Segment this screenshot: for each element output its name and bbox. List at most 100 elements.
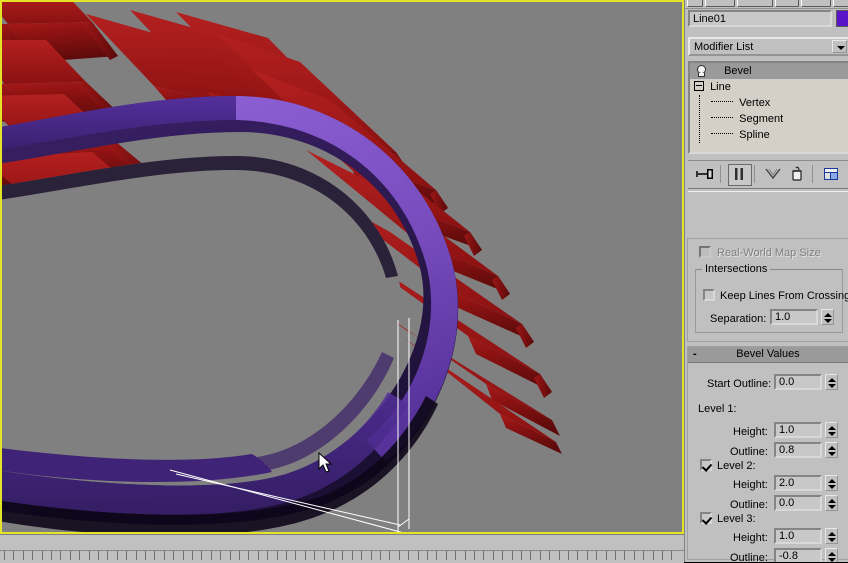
- track-tick: [380, 551, 381, 560]
- real-world-map-size-checkbox[interactable]: [699, 246, 711, 258]
- stack-item-vertex[interactable]: Vertex: [690, 95, 848, 111]
- spinner-up-icon[interactable]: [828, 552, 836, 556]
- spinner-down-icon[interactable]: [828, 485, 836, 489]
- minus-box-icon[interactable]: [694, 81, 704, 91]
- track-tick: [154, 551, 156, 560]
- level-2-outline-input[interactable]: 0.0: [774, 495, 822, 511]
- spinner-down-icon[interactable]: [824, 319, 832, 323]
- spinner-down-icon[interactable]: [828, 432, 836, 436]
- track-tick: [408, 551, 410, 560]
- 3dsmax-window: Line01 Modifier List Bevel Line Vertex S…: [0, 0, 848, 563]
- spinner-up-icon[interactable]: [828, 446, 836, 450]
- modifier-stack-list[interactable]: Bevel Line Vertex Segment Spline: [688, 61, 848, 154]
- time-slider-track[interactable]: [0, 534, 684, 563]
- stack-item-segment[interactable]: Segment: [690, 111, 848, 127]
- show-end-result-button[interactable]: [728, 164, 752, 186]
- level-3-checkbox[interactable]: [700, 512, 712, 524]
- toolbar-button[interactable]: [737, 0, 773, 7]
- track-tick: [586, 551, 588, 560]
- start-outline-input[interactable]: 0.0: [774, 374, 822, 390]
- level-3-outline-input[interactable]: -0.8: [774, 548, 822, 562]
- toolbar-button[interactable]: [775, 0, 799, 7]
- level-1-label: Level 1:: [698, 403, 737, 415]
- spinner-down-icon[interactable]: [828, 558, 836, 562]
- track-tick: [173, 551, 175, 560]
- track-tick: [248, 551, 250, 560]
- spinner-up-icon[interactable]: [828, 532, 836, 536]
- spinner-up-icon[interactable]: [828, 499, 836, 503]
- spinner-up-icon[interactable]: [828, 426, 836, 430]
- level-1-outline-spinner[interactable]: [825, 442, 838, 458]
- level-2-height-input[interactable]: 2.0: [774, 475, 822, 491]
- spinner-down-icon[interactable]: [828, 538, 836, 542]
- track-tick: [220, 551, 222, 560]
- track-tick: [98, 551, 99, 560]
- stack-item-bevel[interactable]: Bevel: [690, 63, 848, 79]
- lightbulb-icon[interactable]: [694, 64, 707, 77]
- chevron-down-icon[interactable]: [832, 40, 847, 53]
- configure-icon[interactable]: [820, 164, 842, 184]
- toolbar-separator: [812, 165, 813, 183]
- object-name-field[interactable]: Line01: [688, 10, 832, 27]
- spinner-up-icon[interactable]: [824, 313, 832, 317]
- object-name-row: Line01: [685, 9, 848, 29]
- object-color-swatch[interactable]: [836, 10, 848, 27]
- track-tick: [492, 551, 494, 560]
- pin-stack-button[interactable]: [694, 164, 716, 184]
- modifier-list-label: Modifier List: [694, 41, 754, 53]
- trash-icon[interactable]: [786, 164, 808, 184]
- make-unique-button[interactable]: [762, 164, 784, 184]
- toolbar-button[interactable]: [833, 0, 848, 7]
- bevel-values-header[interactable]: - Bevel Values: [688, 347, 848, 363]
- level-1-height-input[interactable]: 1.0: [774, 422, 822, 438]
- track-tick: [539, 551, 541, 560]
- track-tick: [445, 551, 447, 560]
- track-tick: [577, 551, 579, 560]
- keep-lines-from-crossing-label: Keep Lines From Crossing: [720, 290, 848, 302]
- level-1-height-spinner[interactable]: [825, 422, 838, 438]
- level-1-height-label: Height:: [733, 426, 768, 438]
- level-3-height-input[interactable]: 1.0: [774, 528, 822, 544]
- track-tick: [295, 551, 297, 560]
- start-outline-spinner[interactable]: [825, 374, 838, 390]
- viewport-area: [0, 0, 684, 534]
- level-1-outline-input[interactable]: 0.8: [774, 442, 822, 458]
- level-3-height-label: Height:: [733, 532, 768, 544]
- start-outline-label: Start Outline:: [707, 378, 772, 390]
- track-tick: [662, 551, 663, 560]
- spinner-down-icon[interactable]: [828, 505, 836, 509]
- toolbar-button[interactable]: [687, 0, 703, 7]
- modifier-list-dropdown[interactable]: Modifier List: [688, 37, 848, 56]
- level-2-outline-spinner[interactable]: [825, 495, 838, 511]
- spinner-up-icon[interactable]: [828, 479, 836, 483]
- track-tick: [182, 551, 184, 560]
- level-1-outline-label: Outline:: [730, 446, 768, 458]
- track-tick: [464, 551, 466, 560]
- level-2-height-spinner[interactable]: [825, 475, 838, 491]
- spinner-down-icon[interactable]: [828, 452, 836, 456]
- spinner-up-icon[interactable]: [828, 378, 836, 382]
- stack-item-label: Segment: [739, 113, 784, 125]
- track-tick: [483, 551, 485, 560]
- toolbar-button[interactable]: [705, 0, 735, 7]
- perspective-viewport[interactable]: [0, 0, 684, 534]
- level-3-outline-spinner[interactable]: [825, 548, 838, 562]
- track-tick: [549, 551, 551, 560]
- separation-spinner[interactable]: [821, 309, 834, 325]
- collapse-toggle-icon[interactable]: -: [693, 347, 697, 362]
- track-tick: [239, 551, 240, 560]
- real-world-map-size-label: Real-World Map Size: [717, 247, 821, 259]
- keep-lines-from-crossing-checkbox[interactable]: [703, 289, 715, 301]
- track-tick: [60, 551, 62, 560]
- level-2-checkbox[interactable]: [700, 459, 712, 471]
- toolbar-button[interactable]: [801, 0, 831, 7]
- separation-input[interactable]: 1.0: [770, 309, 818, 325]
- spinner-down-icon[interactable]: [828, 384, 836, 388]
- stack-item-label: Spline: [739, 129, 770, 141]
- stack-item-line[interactable]: Line: [690, 79, 848, 143]
- stack-item-label: Line: [710, 81, 731, 93]
- stack-item-spline[interactable]: Spline: [690, 127, 848, 143]
- level-3-height-spinner[interactable]: [825, 528, 838, 544]
- time-slider[interactable]: [0, 535, 684, 550]
- tree-dash-icon: [711, 117, 734, 119]
